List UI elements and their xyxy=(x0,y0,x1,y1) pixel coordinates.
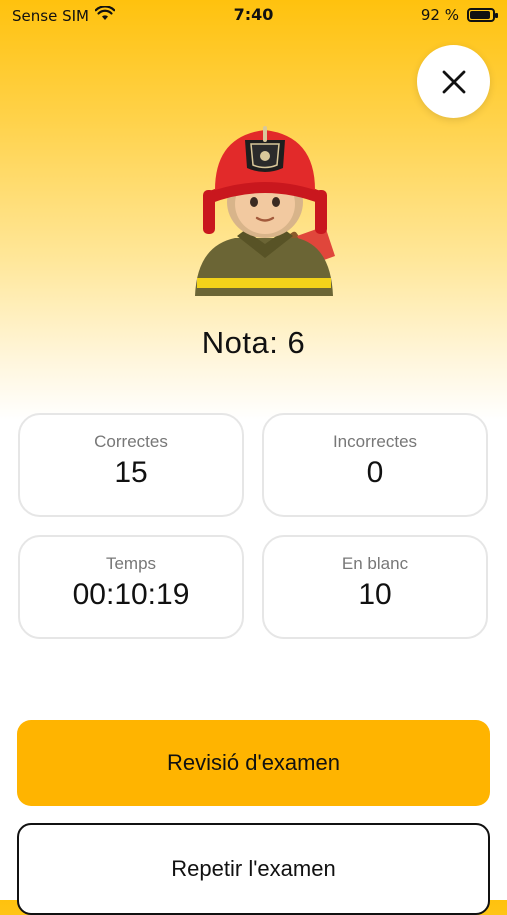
firefighter-icon xyxy=(195,126,335,296)
stat-label-time: Temps xyxy=(105,554,157,573)
stat-value-time: 00:10:19 xyxy=(72,578,190,611)
battery-icon xyxy=(467,8,498,22)
stat-value-blank: 10 xyxy=(358,578,392,611)
grade-title: Nota: 6 xyxy=(201,325,306,360)
status-bar: Sense SIM 7:40 92 % xyxy=(0,0,507,32)
stat-label-correct: Correctes xyxy=(94,432,168,451)
stat-label-incorrect: Incorrectes xyxy=(332,432,418,451)
stat-card-correct: Correctes 15 xyxy=(18,413,244,517)
stat-card-incorrect: Incorrectes 0 xyxy=(262,413,488,517)
close-x-icon xyxy=(442,70,465,93)
repeat-exam-button[interactable]: Repetir l'examen xyxy=(17,823,490,915)
repeat-exam-label: Repetir l'examen xyxy=(171,856,336,881)
stat-value-correct: 15 xyxy=(114,456,148,489)
stat-label-blank: En blanc xyxy=(341,554,409,573)
close-button[interactable] xyxy=(417,45,490,118)
review-exam-button[interactable]: Revisió d'examen xyxy=(17,720,490,806)
stat-value-incorrect: 0 xyxy=(366,456,384,489)
status-right: 92 % xyxy=(420,6,498,24)
battery-percent: 92 % xyxy=(420,6,459,24)
stat-card-time: Temps 00:10:19 xyxy=(18,535,244,639)
review-exam-label: Revisió d'examen xyxy=(167,750,340,775)
stat-card-blank: En blanc 10 xyxy=(262,535,488,639)
battery-fill xyxy=(470,11,490,19)
